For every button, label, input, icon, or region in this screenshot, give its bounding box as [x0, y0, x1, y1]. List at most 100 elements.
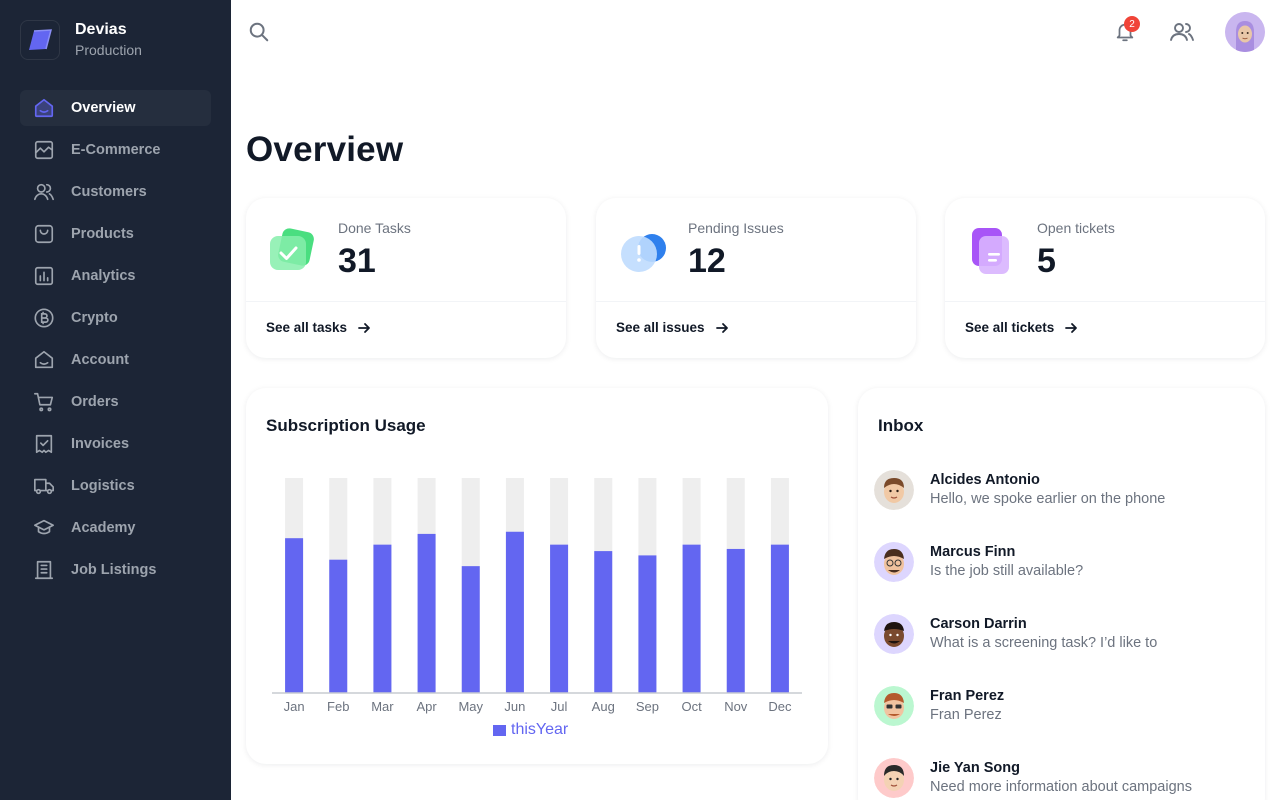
chart-legend[interactable]: thisYear — [493, 721, 568, 739]
bar-nov[interactable] — [726, 548, 745, 693]
avatar — [874, 614, 914, 654]
bar-mar[interactable] — [373, 544, 392, 693]
sidebar-item-label: Invoices — [71, 436, 130, 452]
sidebar-item-products[interactable]: Products — [20, 216, 211, 252]
topbar: 2 — [231, 0, 1280, 64]
sidebar-item-e-commerce[interactable]: E-Commerce — [20, 132, 211, 168]
sidebar-nav: Overview E-Commerce Customers Products A… — [20, 90, 211, 594]
sidebar-item-label: Job Listings — [71, 562, 157, 578]
alert-bubble-icon — [618, 224, 668, 278]
x-tick-label: Feb — [327, 699, 349, 714]
see-all-issues-link[interactable]: See all issues — [616, 320, 729, 335]
graduation-hat-icon — [32, 516, 56, 540]
message-sender: Marcus Finn — [930, 544, 1016, 560]
message-preview: Fran Perez — [930, 707, 1002, 723]
brand-logo-icon — [20, 20, 60, 60]
stat-label: Open tickets — [1037, 220, 1115, 236]
building-icon — [32, 558, 56, 582]
x-tick-label: Aug — [592, 699, 615, 714]
bar-apr[interactable] — [417, 533, 436, 693]
sidebar-item-academy[interactable]: Academy — [20, 510, 211, 546]
legend-swatch — [493, 724, 506, 736]
bar-feb[interactable] — [329, 559, 348, 693]
sidebar-item-invoices[interactable]: Invoices — [20, 426, 211, 462]
subscription-usage-card: Subscription Usage Jan Feb Mar Apr May Jun Jul… — [246, 388, 828, 764]
sidebar-item-label: Account — [71, 352, 129, 368]
bitcoin-icon — [32, 306, 56, 330]
brand[interactable]: Devias Production — [20, 20, 142, 60]
inbox-message[interactable]: Fran Perez Fran Perez — [874, 682, 1244, 730]
users-icon — [32, 180, 56, 204]
x-tick-label: May — [458, 699, 483, 714]
truck-icon — [32, 474, 56, 498]
sidebar-item-orders[interactable]: Orders — [20, 384, 211, 420]
stat-card-done-tasks: Done Tasks 31 See all tasks — [246, 198, 566, 358]
x-tick-label: Dec — [768, 699, 792, 714]
sidebar-item-label: Orders — [71, 394, 119, 410]
message-preview: Need more information about campaigns — [930, 779, 1192, 795]
x-tick-label: Jun — [504, 699, 525, 714]
receipt-check-icon — [32, 432, 56, 456]
home-smile-icon — [32, 348, 56, 372]
stat-label: Done Tasks — [338, 220, 411, 236]
shopping-cart-icon — [32, 390, 56, 414]
bar-may[interactable] — [461, 566, 480, 693]
check-folder-icon — [268, 224, 318, 278]
bar-jul[interactable] — [550, 544, 569, 693]
search-icon[interactable] — [245, 18, 273, 46]
sidebar-item-label: E-Commerce — [71, 142, 161, 158]
brand-environment: Production — [75, 42, 142, 58]
bar-oct[interactable] — [682, 544, 701, 693]
sidebar-item-account[interactable]: Account — [20, 342, 211, 378]
inbox-message[interactable]: Alcides Antonio Hello, we spoke earlier … — [874, 466, 1244, 514]
contacts-icon[interactable] — [1167, 18, 1197, 46]
inbox-message[interactable]: Carson Darrin What is a screening task? … — [874, 610, 1244, 658]
x-tick-label: Apr — [416, 699, 437, 714]
message-preview: What is a screening task? I’d like to — [930, 635, 1158, 651]
home-icon — [32, 96, 56, 120]
avatar — [874, 758, 914, 798]
avatar — [874, 542, 914, 582]
bar-sep[interactable] — [638, 555, 657, 693]
link-label: See all tickets — [965, 320, 1055, 335]
inbox-message[interactable]: Marcus Finn Is the job still available? — [874, 538, 1244, 586]
message-sender: Alcides Antonio — [930, 472, 1040, 488]
bar-chart-icon — [32, 264, 56, 288]
user-avatar[interactable] — [1225, 12, 1265, 52]
inbox-message[interactable]: Jie Yan Song Need more information about… — [874, 754, 1244, 800]
link-label: See all issues — [616, 320, 705, 335]
stat-card-open-tickets: Open tickets 5 See all tickets — [945, 198, 1265, 358]
sidebar-item-crypto[interactable]: Crypto — [20, 300, 211, 336]
link-label: See all tasks — [266, 320, 348, 335]
bar-jan[interactable] — [285, 538, 304, 693]
x-tick-label: Oct — [681, 699, 702, 714]
sidebar-item-job-listings[interactable]: Job Listings — [20, 552, 211, 588]
sidebar-item-label: Analytics — [71, 268, 136, 284]
inbox-card: Inbox Alcides Antonio Hello, we spoke ea… — [858, 388, 1265, 800]
arrow-right-icon — [357, 321, 371, 335]
sidebar-item-overview[interactable]: Overview — [20, 90, 211, 126]
arrow-right-icon — [1064, 321, 1078, 335]
chart-line-icon — [32, 138, 56, 162]
sidebar-item-logistics[interactable]: Logistics — [20, 468, 211, 504]
sidebar-item-analytics[interactable]: Analytics — [20, 258, 211, 294]
bar-aug[interactable] — [594, 551, 613, 693]
sidebar-item-customers[interactable]: Customers — [20, 174, 211, 210]
subscription-usage-chart: Jan Feb Mar Apr May Jun Jul Aug Sep Oct Nov Dec — [272, 478, 802, 714]
stat-value: 12 — [688, 242, 726, 280]
sidebar-item-label: Academy — [71, 520, 136, 536]
bar-dec[interactable] — [770, 544, 789, 693]
see-all-tasks-link[interactable]: See all tasks — [266, 320, 371, 335]
x-tick-label: Sep — [636, 699, 659, 714]
message-sender: Jie Yan Song — [930, 760, 1020, 776]
ticket-document-icon — [967, 224, 1017, 278]
sidebar-item-label: Crypto — [71, 310, 118, 326]
see-all-tickets-link[interactable]: See all tickets — [965, 320, 1078, 335]
brand-name: Devias — [75, 21, 127, 38]
inbox-title: Inbox — [878, 416, 924, 435]
message-preview: Hello, we spoke earlier on the phone — [930, 491, 1166, 507]
arrow-right-icon — [715, 321, 729, 335]
x-tick-label: Mar — [371, 699, 394, 714]
bar-jun[interactable] — [505, 531, 524, 693]
shopping-bag-icon — [32, 222, 56, 246]
